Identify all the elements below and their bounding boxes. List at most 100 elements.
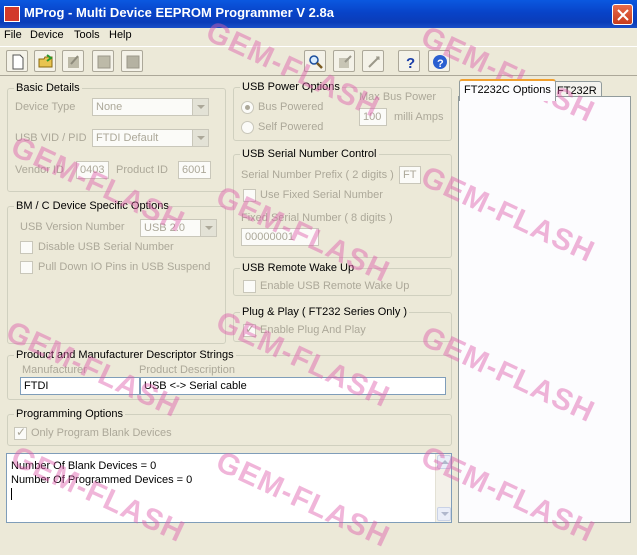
product-desc-field[interactable]: USB <-> Serial cable: [140, 377, 446, 395]
text-caret: [11, 488, 12, 500]
device-type-value: None: [96, 101, 123, 113]
product-desc-label: Product Description: [139, 364, 235, 376]
remote-wake-title: USB Remote Wake Up: [240, 262, 357, 274]
vendor-id-label: Vendor ID: [15, 164, 64, 176]
programming-group: Programming Options Only Program Blank D…: [7, 408, 452, 446]
manufacturer-label: Manufacturer: [22, 364, 87, 376]
usb-vid-pid-value: FTDI Default: [96, 132, 159, 144]
self-powered-radio[interactable]: [241, 121, 254, 134]
program-button[interactable]: [333, 50, 355, 72]
serial-control-title: USB Serial Number Control: [240, 148, 379, 160]
open-folder-icon: [38, 54, 53, 68]
erase-button[interactable]: [121, 50, 143, 72]
bus-powered-label: Bus Powered: [258, 101, 324, 113]
programming-title: Programming Options: [14, 408, 125, 420]
fixed-serial-field[interactable]: 00000001: [241, 228, 319, 246]
usb-version-label: USB Version Number: [20, 221, 125, 233]
search-icon: [309, 55, 323, 69]
svg-text:?: ?: [406, 55, 415, 70]
plug-play-title: Plug & Play ( FT232 Series Only ): [240, 306, 410, 318]
log-scrollbar[interactable]: [435, 454, 451, 522]
pull-down-label: Pull Down IO Pins in USB Suspend: [38, 261, 211, 273]
flash-icon: [368, 56, 380, 68]
device-type-select[interactable]: None: [92, 98, 209, 116]
menu-help[interactable]: Help: [109, 29, 132, 41]
product-id-label: Product ID: [116, 164, 168, 176]
fixed-serial-label: Fixed Serial Number ( 8 digits ): [241, 212, 393, 224]
serial-prefix-label: Serial Number Prefix ( 2 digits ): [241, 169, 394, 181]
chevron-down-icon: [200, 220, 216, 236]
info-icon: ?: [433, 55, 447, 70]
only-blank-checkbox[interactable]: [14, 425, 27, 440]
vendor-id-field[interactable]: 0403: [76, 161, 109, 179]
chevron-down-icon: [192, 130, 208, 146]
descriptor-group: Product and Manufacturer Descriptor Stri…: [7, 349, 452, 400]
pull-down-checkbox[interactable]: [20, 261, 33, 274]
status-log[interactable]: Number Of Blank Devices = 0 Number Of Pr…: [6, 453, 452, 523]
svg-text:?: ?: [437, 58, 444, 70]
disable-serial-label: Disable USB Serial Number: [38, 241, 174, 253]
help-icon: ?: [406, 55, 415, 70]
close-icon: [617, 9, 629, 21]
use-fixed-serial-label: Use Fixed Serial Number: [260, 189, 383, 201]
app-icon: [4, 6, 20, 22]
device-type-label: Device Type: [15, 101, 76, 113]
basic-details-title: Basic Details: [14, 82, 82, 94]
max-bus-power-label: Max Bus Power: [359, 91, 437, 103]
scroll-up-icon[interactable]: [437, 455, 451, 469]
manufacturer-field[interactable]: FTDI: [20, 377, 140, 395]
close-button[interactable]: [612, 4, 633, 25]
milli-amps-label: milli Amps: [394, 111, 444, 123]
self-powered-label: Self Powered: [258, 121, 324, 133]
usb-version-select[interactable]: USB 2.0: [140, 219, 217, 237]
new-file-icon: [12, 54, 24, 70]
bus-powered-radio[interactable]: [241, 101, 254, 114]
edit-button[interactable]: [62, 50, 84, 72]
save-icon: [97, 55, 111, 69]
usb-vid-pid-label: USB VID / PID: [15, 132, 87, 144]
edit-icon: [68, 55, 79, 68]
program-icon: [339, 55, 352, 68]
log-line: Number Of Programmed Devices = 0: [11, 474, 193, 486]
window-title: MProg - Multi Device EEPROM Programmer V…: [24, 5, 334, 20]
about-button[interactable]: ?: [428, 50, 450, 72]
use-fixed-serial-checkbox[interactable]: [243, 189, 256, 202]
menu-bar: File Device Tools Help: [0, 28, 637, 46]
bm-c-options-group: BM / C Device Specific Options USB Versi…: [7, 200, 226, 344]
toolbar: ? ?: [0, 46, 637, 76]
log-line: Number Of Blank Devices = 0: [11, 460, 157, 472]
only-blank-label: Only Program Blank Devices: [31, 427, 172, 439]
erase-icon: [126, 55, 140, 69]
serial-prefix-field[interactable]: FT: [399, 166, 421, 184]
product-id-field[interactable]: 6001: [178, 161, 211, 179]
menu-file[interactable]: File: [4, 29, 22, 41]
usb-power-title: USB Power Options: [240, 81, 342, 93]
help-button[interactable]: ?: [398, 50, 420, 72]
descriptor-title: Product and Manufacturer Descriptor Stri…: [14, 349, 236, 361]
flash-button[interactable]: [362, 50, 384, 72]
usb-power-group: USB Power Options Bus Powered Self Power…: [233, 81, 452, 141]
new-file-button[interactable]: [6, 50, 28, 72]
bm-c-options-title: BM / C Device Specific Options: [14, 200, 171, 212]
max-bus-power-field[interactable]: 100: [359, 108, 387, 126]
plug-play-checkbox[interactable]: [243, 322, 256, 337]
scan-button[interactable]: [304, 50, 326, 72]
menu-tools[interactable]: Tools: [74, 29, 100, 41]
usb-vid-pid-select[interactable]: FTDI Default: [92, 129, 209, 147]
save-button[interactable]: [92, 50, 114, 72]
plug-play-label: Enable Plug And Play: [260, 324, 366, 336]
menu-device[interactable]: Device: [30, 29, 64, 41]
chevron-down-icon: [192, 99, 208, 115]
tab-ft2232c-options[interactable]: FT2232C Options: [459, 79, 556, 101]
disable-serial-checkbox[interactable]: [20, 241, 33, 254]
plug-play-group: Plug & Play ( FT232 Series Only ) Enable…: [233, 306, 452, 342]
scroll-down-icon[interactable]: [437, 507, 451, 521]
tab-content-panel: [458, 96, 631, 523]
title-bar: MProg - Multi Device EEPROM Programmer V…: [0, 0, 637, 28]
basic-details-group: Basic Details Device Type None USB VID /…: [7, 82, 226, 192]
usb-version-value: USB 2.0: [144, 222, 185, 234]
remote-wake-label: Enable USB Remote Wake Up: [260, 280, 410, 292]
remote-wake-checkbox[interactable]: [243, 280, 256, 293]
remote-wake-group: USB Remote Wake Up Enable USB Remote Wak…: [233, 262, 452, 296]
open-button[interactable]: [34, 50, 56, 72]
